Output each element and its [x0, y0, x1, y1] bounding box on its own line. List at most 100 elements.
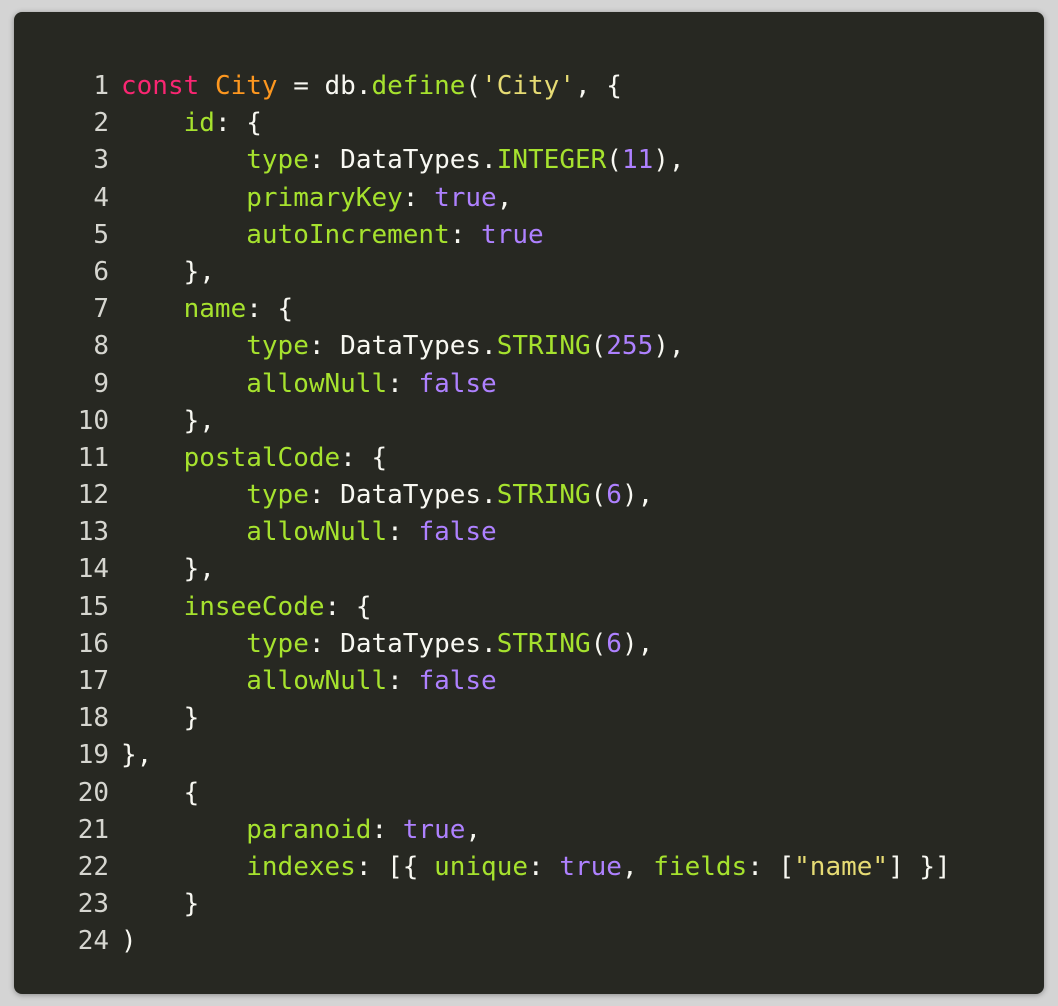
line-source: type: DataTypes.STRING(6), [121, 626, 653, 663]
code-token-plain: : [387, 368, 419, 399]
line-source: name: { [121, 291, 294, 328]
code-token-bool: true [402, 814, 466, 845]
code-token-plain: }, [121, 740, 153, 771]
code-block: 1 const City = db.define('City', {2 id: {… [14, 12, 1044, 994]
line-number: 13 [77, 517, 109, 548]
line-source: type: DataTypes.STRING(6), [121, 477, 653, 514]
code-token-plain: ( [606, 145, 622, 176]
code-token-plain: : DataTypes. [308, 145, 497, 176]
code-token-plain: , { [574, 71, 622, 101]
code-token-prop: allowNull [246, 517, 388, 548]
line-source: autoIncrement: true [121, 217, 543, 254]
code-line: 21 paranoid: true, [14, 812, 1044, 849]
code-line: 12 type: DataTypes.STRING(6), [14, 477, 1044, 514]
code-token-prop: unique [434, 851, 529, 882]
line-source: indexes: [{ unique: true, fields: ["name… [121, 849, 951, 886]
code-line: 9 allowNull: false [14, 366, 1044, 403]
code-token-plain: ( [465, 71, 482, 101]
code-token-fn: STRING [496, 331, 591, 362]
code-line: 6 }, [14, 254, 1044, 291]
code-token-plain: = db. [277, 71, 372, 101]
code-token-prop: postalCode [183, 442, 341, 473]
line-source: id: { [121, 105, 262, 142]
code-token-fn: STRING [496, 628, 591, 659]
code-line: 24) [14, 923, 1044, 960]
line-number: 1 [93, 71, 109, 101]
code-token-fn: INTEGER [496, 145, 607, 176]
line-source: } [121, 700, 200, 737]
line-number: 15 [77, 591, 109, 622]
line-source: }, [121, 403, 215, 440]
line-source: }, [121, 551, 215, 588]
line-number: 17 [77, 666, 109, 696]
code-token-num: 11 [621, 145, 654, 176]
code-token-plain: } [121, 703, 200, 734]
code-token-plain: ), [621, 480, 654, 511]
code-token-plain: ), [653, 331, 685, 362]
line-number: 24 [77, 926, 109, 957]
code-token-plain: : DataTypes. [308, 331, 497, 362]
code-token-prop: fields [653, 851, 748, 882]
code-token-plain: }, [121, 554, 215, 585]
code-token-plain: : [449, 219, 482, 250]
code-token-plain: ), [621, 628, 654, 659]
code-token-plain: ) [121, 926, 137, 957]
code-token-prop: type [246, 145, 309, 176]
code-token-prop: type [246, 331, 309, 362]
code-token-str: "name" [794, 851, 889, 882]
code-token-num: 6 [606, 628, 622, 659]
code-token-plain: ( [590, 331, 607, 362]
line-source: paranoid: true, [121, 812, 481, 849]
line-number: 8 [93, 331, 109, 362]
code-line: 20 { [14, 775, 1044, 812]
line-number: 7 [93, 294, 109, 325]
code-token-plain: : { [324, 591, 372, 622]
code-token-plain: : { [214, 108, 262, 139]
code-token-fn: define [371, 71, 466, 101]
code-token-prop: type [246, 628, 309, 659]
code-token-bool: true [434, 182, 497, 213]
code-token-plain: : [402, 182, 435, 213]
code-line: 18 } [14, 700, 1044, 737]
code-line: 23 } [14, 886, 1044, 923]
line-source: allowNull: false [121, 514, 496, 551]
code-token-plain: , [465, 814, 482, 845]
code-token-fn: STRING [496, 480, 591, 511]
line-number: 22 [77, 851, 109, 882]
code-line: 2 id: { [14, 105, 1044, 142]
code-token-str: 'City' [481, 71, 575, 101]
line-number: 11 [77, 442, 109, 473]
code-token-plain: { [121, 777, 200, 808]
line-number: 14 [77, 554, 109, 585]
code-token-prop: inseeCode [183, 591, 325, 622]
line-source: } [121, 886, 200, 923]
code-line: 22 indexes: [{ unique: true, fields: ["n… [14, 849, 1044, 886]
code-line: 16 type: DataTypes.STRING(6), [14, 626, 1044, 663]
code-token-kw: const [121, 71, 200, 101]
code-token-plain: ] }] [888, 851, 951, 882]
code-line: 14 }, [14, 551, 1044, 588]
code-line: 1 const City = db.define('City', { [14, 68, 1044, 105]
line-source: inseeCode: { [121, 589, 372, 626]
line-source: allowNull: false [121, 366, 497, 403]
line-number: 10 [77, 405, 109, 436]
code-token-plain: : [{ [355, 851, 435, 882]
code-token-plain: ( [590, 480, 607, 511]
code-token-plain: : [ [747, 851, 795, 882]
code-token-bool: false [418, 368, 497, 399]
code-line: 8 type: DataTypes.STRING(255), [14, 328, 1044, 365]
line-number: 16 [77, 628, 109, 659]
line-number: 4 [93, 182, 109, 213]
code-token-prop: indexes [246, 851, 356, 882]
code-line: 19}, [14, 737, 1044, 774]
code-token-prop: allowNull [246, 368, 388, 399]
code-token-plain: : DataTypes. [308, 628, 497, 659]
code-token-plain: } [121, 889, 200, 920]
